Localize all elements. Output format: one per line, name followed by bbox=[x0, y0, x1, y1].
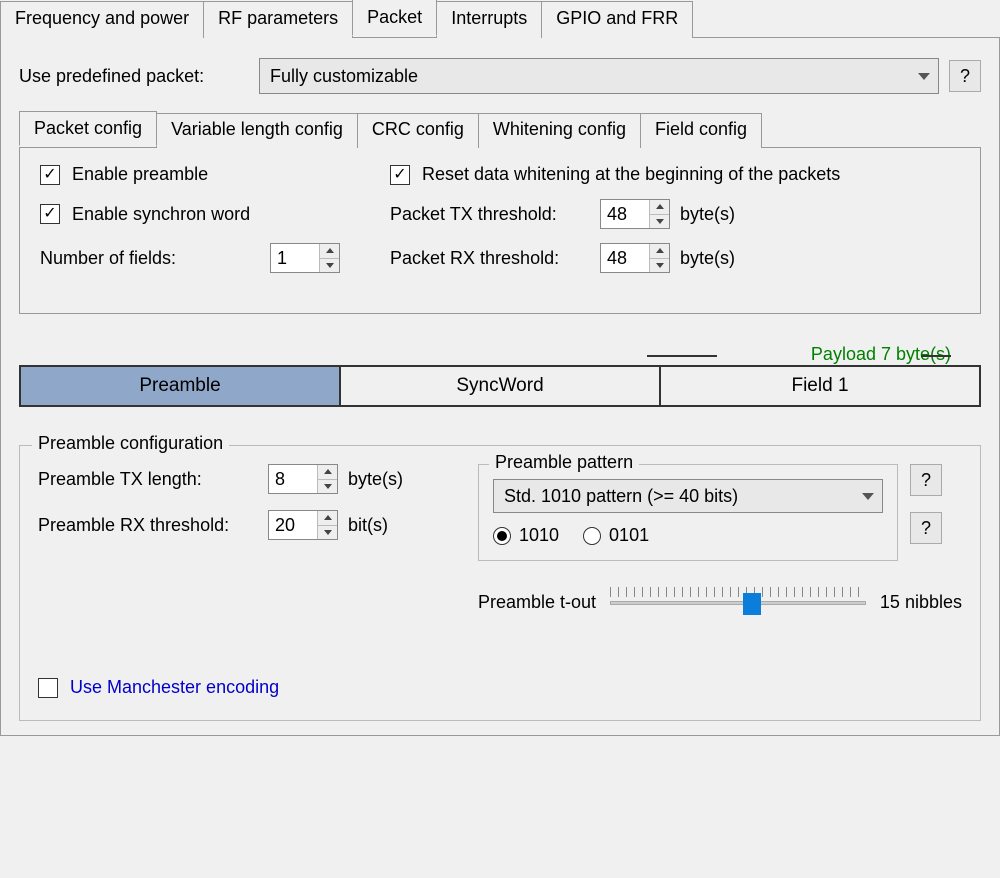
spin-up-icon[interactable] bbox=[320, 244, 339, 258]
manchester-label: Use Manchester encoding bbox=[70, 677, 279, 698]
spin-down-icon[interactable] bbox=[318, 525, 337, 540]
preamble-configuration-group: Preamble configuration Preamble TX lengt… bbox=[19, 445, 981, 721]
num-fields-spinner[interactable] bbox=[270, 243, 340, 273]
predefined-packet-value: Fully customizable bbox=[270, 66, 418, 87]
preamble-pattern-group: Preamble pattern Std. 1010 pattern (>= 4… bbox=[478, 464, 898, 561]
tx-threshold-spinner[interactable] bbox=[600, 199, 670, 229]
preamble-rxthr-input[interactable] bbox=[269, 511, 317, 539]
tab-rf-parameters[interactable]: RF parameters bbox=[203, 1, 353, 38]
packet-config-panel: Enable preamble Reset data whitening at … bbox=[19, 148, 981, 314]
preamble-pattern-value: Std. 1010 pattern (>= 40 bits) bbox=[504, 486, 738, 507]
preamble-tout-slider[interactable] bbox=[610, 587, 866, 617]
radio-1010-label: 1010 bbox=[519, 525, 559, 546]
tab-field-config[interactable]: Field config bbox=[640, 113, 762, 148]
preamble-txlen-spinner[interactable] bbox=[268, 464, 338, 494]
main-tabs: Frequency and power RF parameters Packet… bbox=[0, 0, 1000, 38]
preamble-pattern-select[interactable]: Std. 1010 pattern (>= 40 bits) bbox=[493, 479, 883, 513]
spin-up-icon[interactable] bbox=[318, 465, 337, 479]
pattern-radio-help-button[interactable]: ? bbox=[910, 512, 942, 544]
rx-threshold-spinner[interactable] bbox=[600, 243, 670, 273]
radio-0101-label: 0101 bbox=[609, 525, 649, 546]
preamble-tout-label: Preamble t-out bbox=[478, 592, 596, 613]
num-fields-label: Number of fields: bbox=[40, 248, 260, 269]
packet-panel: Use predefined packet: Fully customizabl… bbox=[0, 38, 1000, 736]
radio-1010-option[interactable]: 1010 bbox=[493, 525, 559, 546]
tab-whitening-config[interactable]: Whitening config bbox=[478, 113, 641, 148]
tab-packet-config[interactable]: Packet config bbox=[19, 111, 157, 146]
tx-threshold-unit: byte(s) bbox=[680, 204, 735, 225]
rx-threshold-input[interactable] bbox=[601, 244, 649, 272]
spin-down-icon[interactable] bbox=[650, 258, 669, 273]
predefined-packet-help-button[interactable]: ? bbox=[949, 60, 981, 92]
pattern-help-button[interactable]: ? bbox=[910, 464, 942, 496]
segment-syncword[interactable]: SyncWord bbox=[341, 367, 661, 405]
preamble-pattern-title: Preamble pattern bbox=[489, 452, 639, 473]
sub-tabs: Packet config Variable length config CRC… bbox=[19, 112, 981, 148]
preamble-rxthr-unit: bit(s) bbox=[348, 515, 388, 536]
manchester-checkbox[interactable] bbox=[38, 678, 58, 698]
tab-frequency-power[interactable]: Frequency and power bbox=[0, 1, 204, 38]
predefined-packet-label: Use predefined packet: bbox=[19, 66, 249, 87]
tx-threshold-label: Packet TX threshold: bbox=[390, 204, 590, 225]
preamble-txlen-label: Preamble TX length: bbox=[38, 469, 258, 490]
enable-preamble-label: Enable preamble bbox=[72, 164, 208, 185]
enable-preamble-checkbox[interactable] bbox=[40, 165, 60, 185]
radio-0101[interactable] bbox=[583, 527, 601, 545]
spin-up-icon[interactable] bbox=[650, 244, 669, 258]
enable-sync-checkbox[interactable] bbox=[40, 204, 60, 224]
tab-packet[interactable]: Packet bbox=[352, 0, 437, 36]
predefined-packet-select[interactable]: Fully customizable bbox=[259, 58, 939, 94]
enable-sync-label: Enable synchron word bbox=[72, 204, 250, 225]
reset-whitening-label: Reset data whitening at the beginning of… bbox=[422, 164, 840, 185]
rx-threshold-label: Packet RX threshold: bbox=[390, 248, 590, 269]
spin-down-icon[interactable] bbox=[320, 258, 339, 273]
preamble-group-title: Preamble configuration bbox=[32, 433, 229, 454]
preamble-txlen-unit: byte(s) bbox=[348, 469, 403, 490]
preamble-tout-value: 15 nibbles bbox=[880, 592, 962, 613]
tab-variable-length-config[interactable]: Variable length config bbox=[156, 113, 358, 148]
segment-preamble[interactable]: Preamble bbox=[21, 367, 341, 405]
chevron-down-icon bbox=[862, 493, 874, 500]
radio-0101-option[interactable]: 0101 bbox=[583, 525, 649, 546]
reset-whitening-checkbox[interactable] bbox=[390, 165, 410, 185]
tab-crc-config[interactable]: CRC config bbox=[357, 113, 479, 148]
tab-interrupts[interactable]: Interrupts bbox=[436, 1, 542, 38]
radio-1010[interactable] bbox=[493, 527, 511, 545]
preamble-rxthr-label: Preamble RX threshold: bbox=[38, 515, 258, 536]
preamble-rxthr-spinner[interactable] bbox=[268, 510, 338, 540]
spin-down-icon[interactable] bbox=[650, 214, 669, 229]
packet-structure: Payload 7 byte(s) Preamble SyncWord Fiel… bbox=[19, 344, 981, 407]
segment-field1[interactable]: Field 1 bbox=[661, 367, 979, 405]
preamble-txlen-input[interactable] bbox=[269, 465, 317, 493]
rx-threshold-unit: byte(s) bbox=[680, 248, 735, 269]
chevron-down-icon bbox=[918, 73, 930, 80]
spin-up-icon[interactable] bbox=[318, 511, 337, 525]
spin-down-icon[interactable] bbox=[318, 479, 337, 494]
spin-up-icon[interactable] bbox=[650, 200, 669, 214]
tx-threshold-input[interactable] bbox=[601, 200, 649, 228]
slider-thumb-icon[interactable] bbox=[743, 593, 761, 615]
num-fields-input[interactable] bbox=[271, 244, 319, 272]
tab-gpio-frr[interactable]: GPIO and FRR bbox=[541, 1, 693, 38]
